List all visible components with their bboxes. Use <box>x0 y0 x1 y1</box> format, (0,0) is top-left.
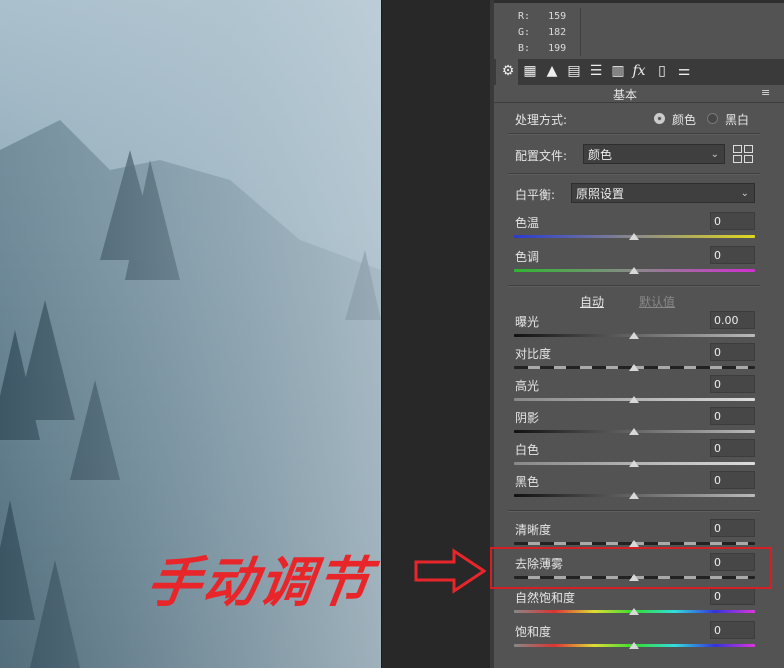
auto-link[interactable]: 自动 <box>580 293 604 310</box>
slider-thumb[interactable] <box>629 267 639 274</box>
slider-value-input[interactable]: 0.00 <box>710 311 755 329</box>
panel-title: 基本 <box>613 88 638 102</box>
slider-value-input[interactable]: 0 <box>710 246 755 264</box>
slider-thumb[interactable] <box>629 428 639 435</box>
process-label: 处理方式: <box>515 113 568 127</box>
fx-icon[interactable]: fx <box>631 62 647 80</box>
slider-thumb[interactable] <box>629 540 639 547</box>
annotation-text: 手动调节 <box>142 551 376 614</box>
r-value: 159 <box>548 11 567 22</box>
sliders-icon[interactable]: ⚌ <box>676 62 692 80</box>
slider-value-input[interactable]: 0 <box>710 471 755 489</box>
slider-value-input[interactable]: 0 <box>710 519 755 537</box>
slider-label: 黑色 <box>515 475 540 489</box>
slider-thumb[interactable] <box>629 233 639 240</box>
chevron-down-icon: ⌄ <box>710 149 719 160</box>
slider-label: 色温 <box>515 216 540 230</box>
radio-color-label[interactable]: 颜色 <box>672 111 696 128</box>
r-label: R: <box>518 11 531 22</box>
chevron-down-icon: ⌄ <box>740 188 749 199</box>
b-label: B: <box>518 43 531 54</box>
slider-label: 色调 <box>515 250 540 264</box>
slider-label: 曝光 <box>515 315 540 329</box>
slider-value-input[interactable]: 0 <box>710 407 755 425</box>
g-value: 182 <box>548 27 567 38</box>
aperture-icon[interactable]: ⚙ <box>500 62 516 80</box>
bars-icon[interactable]: ☰ <box>588 62 604 80</box>
profile-select[interactable]: 颜色 ⌄ <box>583 144 725 164</box>
grid-curve-icon[interactable]: ▦ <box>522 62 538 80</box>
rgb-readout: R: 159 G: 182 B: 199 <box>518 9 566 57</box>
slider-value-input[interactable]: 0 <box>710 587 755 605</box>
slider-thumb[interactable] <box>629 460 639 467</box>
slider-value-input[interactable]: 0 <box>710 343 755 361</box>
g-label: G: <box>518 27 531 38</box>
slider-thumb[interactable] <box>629 332 639 339</box>
white-balance-value: 原照设置 <box>576 187 625 201</box>
slider-value-input[interactable]: 0 <box>710 375 755 393</box>
slider-thumb[interactable] <box>629 364 639 371</box>
slider-label: 阴影 <box>515 411 540 425</box>
slider-value-input[interactable]: 0 <box>710 212 755 230</box>
radio-bw[interactable] <box>707 113 718 124</box>
default-link[interactable]: 默认值 <box>639 293 675 310</box>
film-icon[interactable]: ▯ <box>654 62 670 80</box>
mountain-icon[interactable]: ▲ <box>544 62 560 80</box>
slider-thumb[interactable] <box>629 396 639 403</box>
profile-browser-icon[interactable] <box>733 145 753 163</box>
arrow-icon <box>414 548 486 594</box>
slider-value-input[interactable]: 0 <box>710 439 755 457</box>
slider-thumb[interactable] <box>629 608 639 615</box>
slider-label: 饱和度 <box>515 625 552 639</box>
slider-label: 自然饱和度 <box>515 591 576 605</box>
slider-label: 高光 <box>515 379 540 393</box>
slider-label: 白色 <box>515 443 540 457</box>
white-balance-label: 白平衡: <box>515 188 556 202</box>
profile-label: 配置文件: <box>515 149 568 163</box>
highlight-box <box>490 547 772 589</box>
radio-bw-label[interactable]: 黑白 <box>725 111 749 128</box>
slider-value-input[interactable]: 0 <box>710 621 755 639</box>
split-gradient-icon[interactable]: ▤ <box>566 62 582 80</box>
slider-label: 清晰度 <box>515 523 552 537</box>
white-balance-select[interactable]: 原照设置 ⌄ <box>571 183 755 203</box>
slider-label: 对比度 <box>515 347 552 361</box>
radio-color[interactable] <box>654 113 665 124</box>
panel-menu-icon[interactable]: ≡ <box>761 86 770 99</box>
slider-thumb[interactable] <box>629 492 639 499</box>
slider-thumb[interactable] <box>629 642 639 649</box>
lens-icon[interactable]: ▥ <box>610 62 626 80</box>
profile-value: 颜色 <box>588 148 613 162</box>
b-value: 199 <box>548 43 567 54</box>
